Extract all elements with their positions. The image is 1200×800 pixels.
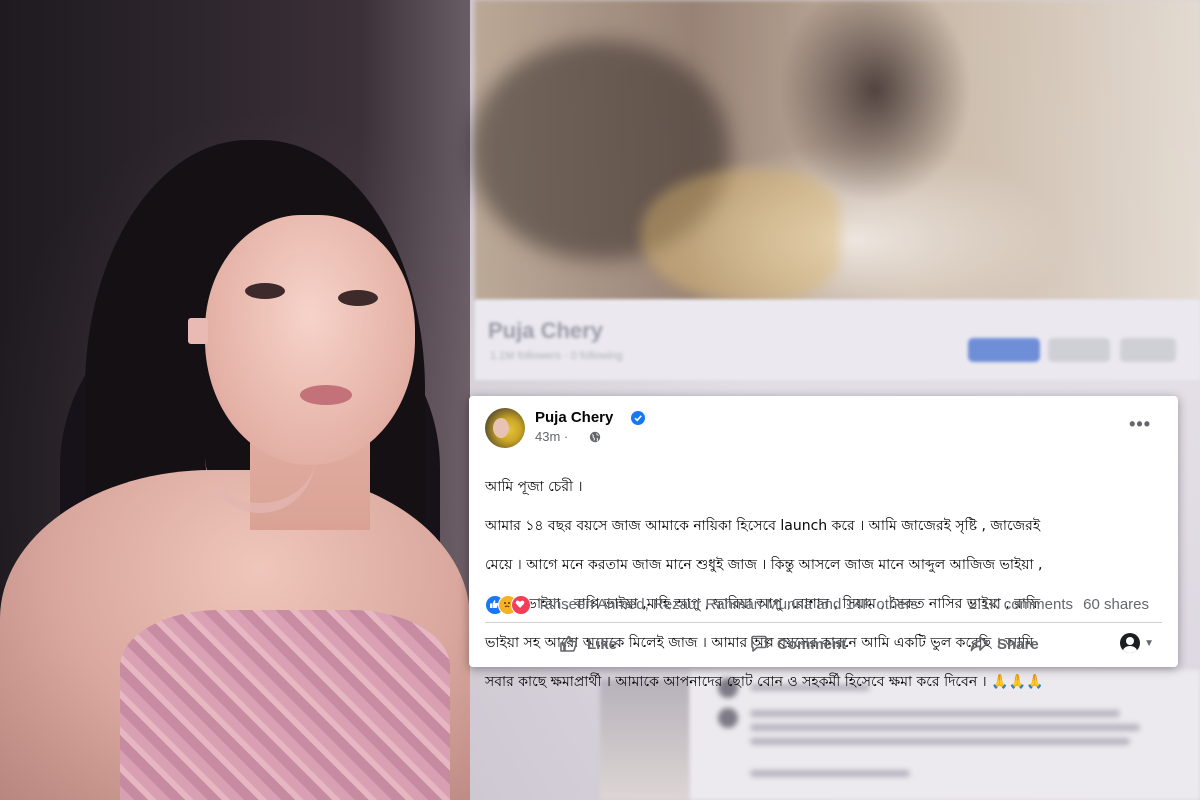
portrait-dress xyxy=(120,610,450,800)
love-reaction-icon[interactable] xyxy=(511,595,531,615)
shares-count[interactable]: 60 shares xyxy=(1083,596,1149,613)
background-profile-subtitle: 1.1M followers · 0 following xyxy=(490,350,623,362)
verified-badge-icon xyxy=(631,411,645,425)
portrait-earring xyxy=(188,318,208,344)
background-follow-button xyxy=(1048,338,1110,362)
globe-icon xyxy=(589,431,601,443)
post-body-line: সবার কাছে ক্ষমাপ্রার্থী । আমাকে আপনাদের … xyxy=(485,673,1044,690)
more-options-icon[interactable]: ••• xyxy=(1129,414,1151,435)
background-search-button xyxy=(1120,338,1176,362)
comment-button[interactable]: Comment xyxy=(749,626,846,662)
background-cover-bangle xyxy=(640,170,840,300)
caret-down-icon: ▼ xyxy=(1144,637,1154,649)
portrait-lips xyxy=(300,385,352,405)
post-actions: Like Comment Share ▼ xyxy=(469,626,1178,662)
author-name[interactable]: Puja Chery xyxy=(535,409,613,426)
react-as-selector[interactable]: ▼ xyxy=(1120,633,1154,653)
avatar-face xyxy=(493,418,509,438)
portrait-photo xyxy=(0,0,480,800)
like-label[interactable]: Like xyxy=(587,636,617,653)
background-comment-line xyxy=(750,738,1130,745)
post-timestamp[interactable]: 43m · xyxy=(535,429,568,444)
share-button[interactable]: Share xyxy=(969,626,1039,662)
post-body-line: আমার ১৪ বছর বয়সে জাজ আমাকে নায়িকা হিসে… xyxy=(485,517,1041,534)
post-time-text[interactable]: 43m xyxy=(535,429,560,444)
portrait-eye xyxy=(245,283,285,299)
user-avatar-icon xyxy=(1120,633,1141,653)
author-avatar[interactable] xyxy=(485,408,525,448)
post-header: Puja Chery 43m · ••• xyxy=(485,408,1165,448)
share-icon xyxy=(970,636,988,652)
background-comment-line xyxy=(750,724,1140,731)
background-profile-name: Puja Chery xyxy=(488,318,603,343)
reactions-summary: Tahseen Ahmed, Rezaur Rahman Munna and 1… xyxy=(485,595,1165,615)
facebook-post: Puja Chery 43m · ••• আমি পূজা চেরী । আমা… xyxy=(469,396,1178,690)
portrait-eye xyxy=(338,290,378,306)
share-label[interactable]: Share xyxy=(997,636,1039,653)
background-message-button xyxy=(968,338,1040,362)
actions-divider xyxy=(485,622,1162,623)
post-body-line: মেয়ে । আগে মনে করতাম জাজ মানে শুধুই জাজ… xyxy=(485,556,1043,573)
post-body-line: আমি পূজা চেরী । xyxy=(485,478,583,495)
dot-separator: · xyxy=(563,429,569,444)
background-comment-line xyxy=(750,770,910,777)
comment-label[interactable]: Comment xyxy=(777,636,846,653)
portrait-face xyxy=(205,215,415,465)
comment-icon xyxy=(751,635,767,652)
like-button[interactable]: Like xyxy=(559,626,617,662)
reactors-text[interactable]: Tahseen Ahmed, Rezaur Rahman Munna and 1… xyxy=(537,596,918,613)
comments-count[interactable]: 2.1K comments xyxy=(969,596,1073,613)
thumbs-up-icon xyxy=(560,635,577,652)
post-body: আমি পূজা চেরী । আমার ১৪ বছর বয়সে জাজ আম… xyxy=(485,458,1165,712)
